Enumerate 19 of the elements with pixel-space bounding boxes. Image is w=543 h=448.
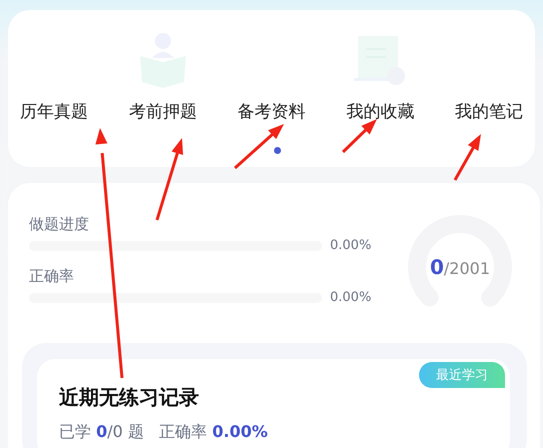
recent-title: 近期无练习记录 — [59, 384, 199, 411]
page-indicator-dot — [274, 147, 281, 154]
done-count: 0 — [430, 255, 444, 279]
progress-value: 0.00% — [330, 238, 372, 253]
recent-stats: 已学 0/0 题 正确率 0.00% — [59, 422, 268, 443]
progress-label: 正确率 — [29, 267, 75, 286]
shortcut-label[interactable]: 备考资料 — [238, 100, 306, 123]
recent-badge: 最近学习 — [419, 362, 505, 388]
annotation-arrow — [454, 134, 481, 181]
shortcut-label[interactable]: 我的笔记 — [455, 100, 523, 123]
shortcut-label[interactable]: 考前押题 — [128, 100, 197, 123]
shortcut-label[interactable]: 我的收藏 — [346, 100, 414, 123]
progress-label: 做题进度 — [29, 215, 90, 234]
total-count: /2001 — [444, 259, 490, 278]
annotation-arrow — [342, 119, 377, 154]
shortcut-label[interactable]: 历年真题 — [20, 100, 88, 123]
annotation-arrow — [234, 124, 284, 170]
progress-value: 0.00% — [330, 290, 372, 305]
recent-card[interactable]: 最近学习 近期无练习记录 已学 0/0 题 正确率 0.00% — [37, 359, 510, 448]
